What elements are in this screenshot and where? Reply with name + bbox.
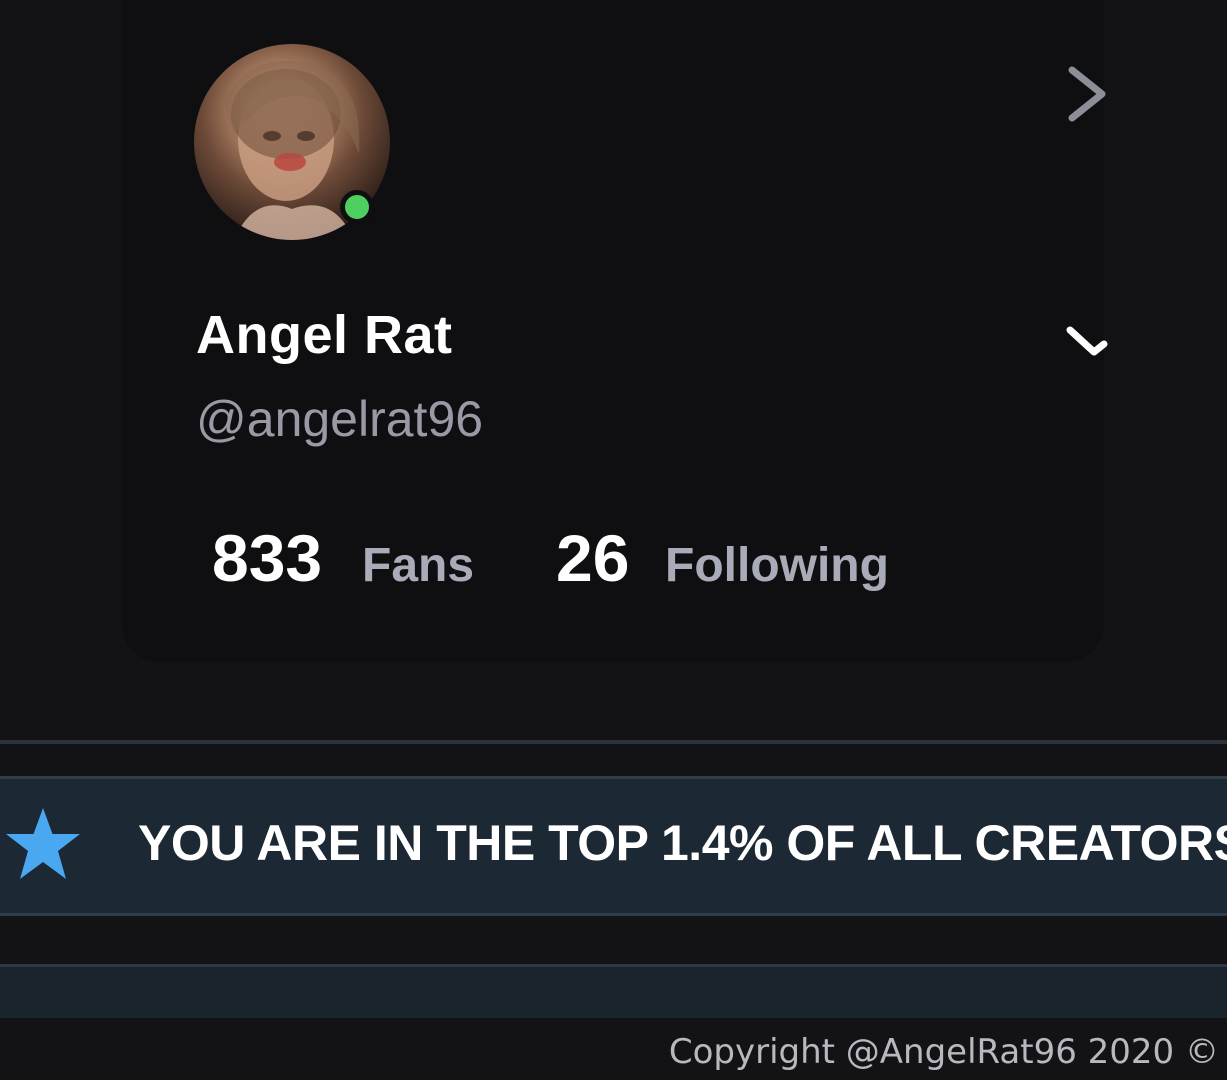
chevron-right-icon[interactable]: [1064, 64, 1110, 124]
following-count[interactable]: 26: [556, 520, 629, 596]
username: @angelrat96: [196, 391, 484, 447]
copyright-text: Copyright @AngelRat96 2020 ©: [668, 1032, 1219, 1072]
fans-label[interactable]: Fans: [362, 538, 474, 593]
banner-message: YOU ARE IN THE TOP 1.4% OF ALL CREATORS!: [138, 815, 1227, 871]
star-icon: [6, 808, 80, 879]
page: Angel Rat @angelrat96 833 Fans 26 Follow…: [0, 0, 1227, 1080]
following-label[interactable]: Following: [665, 538, 889, 593]
display-name: Angel Rat: [196, 305, 453, 365]
bottom-band: [0, 964, 1227, 1018]
fans-count[interactable]: 833: [212, 520, 322, 596]
section-divider: [0, 740, 1227, 744]
chevron-down-icon[interactable]: [1064, 322, 1110, 362]
online-status-indicator: [340, 190, 374, 224]
